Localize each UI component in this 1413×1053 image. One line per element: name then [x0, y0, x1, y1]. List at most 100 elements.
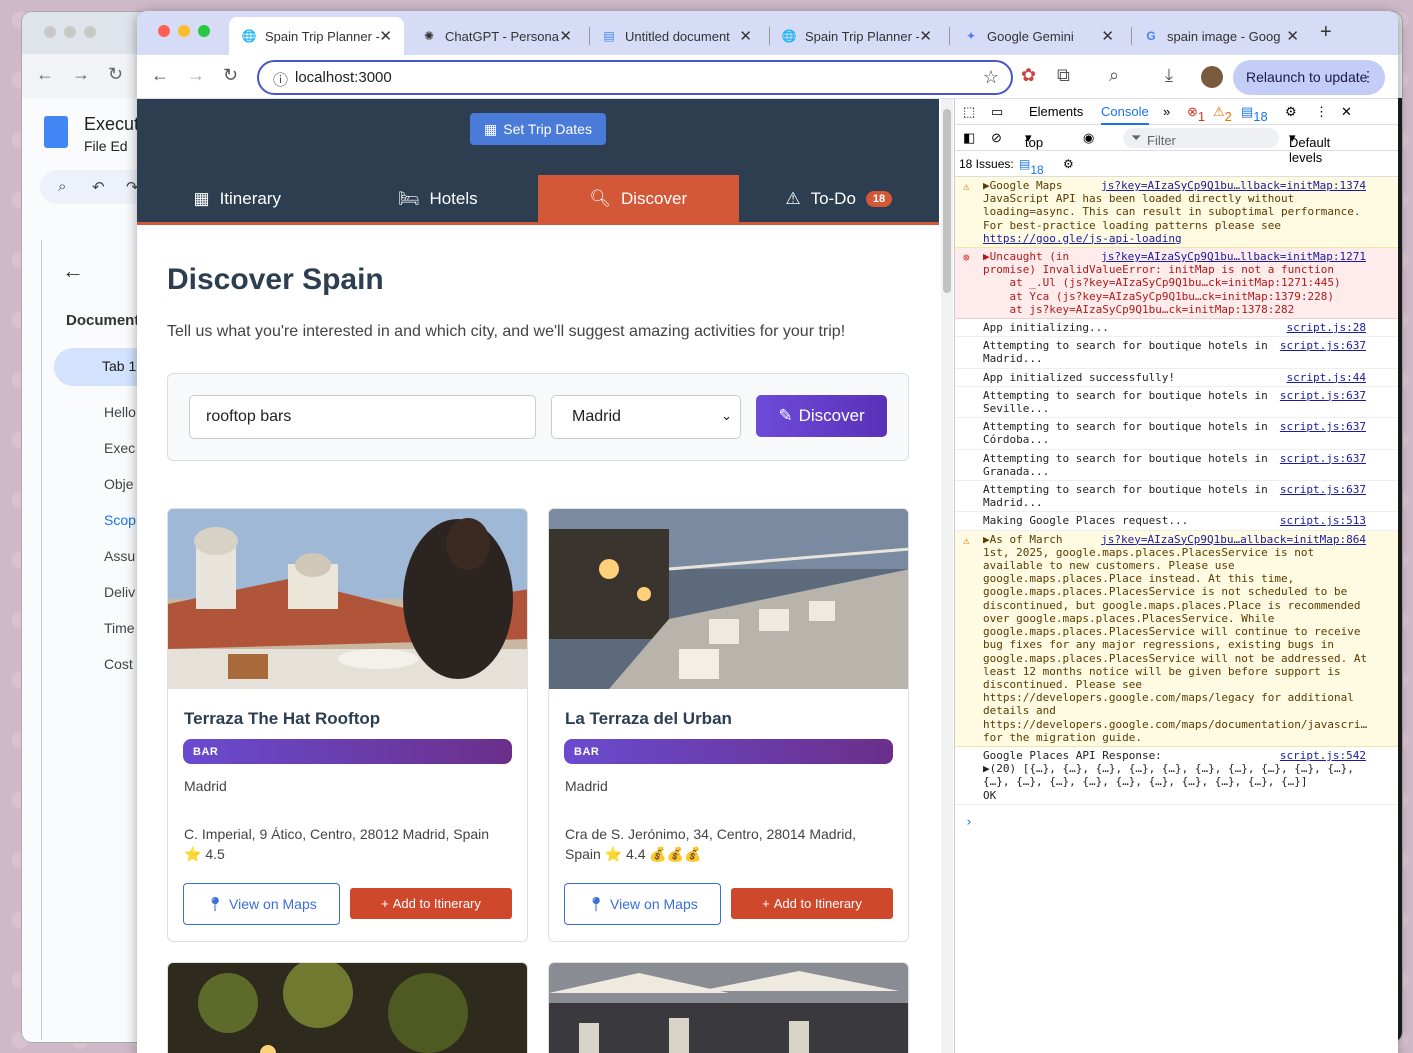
inspect-element-icon[interactable]: ⬚ [963, 104, 975, 120]
back-arrow-icon[interactable]: ← [36, 64, 54, 85]
close-devtools-icon[interactable]: ✕ [1341, 104, 1352, 120]
reload-icon[interactable]: ↻ [108, 64, 123, 85]
tab-search-icon[interactable]: ⌕ [1109, 65, 1119, 86]
address-bar[interactable]: ⓘ localhost:3000 ☆ [257, 60, 1013, 95]
extension-icon[interactable]: ✿ [1021, 65, 1036, 86]
minimize-window-button[interactable] [178, 25, 190, 37]
console-message[interactable]: ⚠ js?key=AIzaSyCp9Q1bu…llback=initMap:137… [955, 177, 1398, 249]
outline-item[interactable]: Exec [104, 430, 136, 466]
nav-itinerary[interactable]: ▦ Itinerary [137, 175, 338, 222]
close-dot[interactable] [44, 26, 56, 38]
site-info-icon[interactable]: ⓘ [273, 69, 288, 90]
live-expression-eye-icon[interactable]: ◉ [1083, 130, 1094, 146]
console-message[interactable]: ⚠ js?key=AIzaSyCp9Q1bu…allback=initMap:86… [955, 530, 1398, 747]
close-tab-icon[interactable]: ✕ [379, 27, 392, 45]
outline-item[interactable]: Time [104, 610, 136, 646]
source-link[interactable]: script.js:44 [1287, 371, 1366, 384]
bookmark-star-icon[interactable]: ☆ [983, 67, 999, 88]
console-message[interactable]: script.js:513 Making Google Places reques… [955, 512, 1398, 531]
outline-item[interactable]: Assu [104, 538, 136, 574]
source-link[interactable]: script.js:542 [1280, 749, 1366, 762]
tab-console[interactable]: Console [1101, 104, 1149, 125]
console-message[interactable]: script.js:28 App initializing... [955, 319, 1398, 338]
console-message[interactable]: ⊗ js?key=AIzaSyCp9Q1bu…llback=initMap:127… [955, 248, 1398, 320]
city-select[interactable]: Madrid ⌄ [551, 395, 741, 439]
console-message[interactable]: script.js:637 Attempting to search for bo… [955, 337, 1398, 369]
new-tab-icon[interactable]: + [1320, 21, 1332, 44]
log-levels-select[interactable]: Default levels ▾ [1289, 130, 1330, 165]
scrollbar-thumb[interactable] [943, 109, 951, 293]
zoom-dot[interactable] [84, 26, 96, 38]
console-filter-input[interactable]: ⏷ Filter [1123, 128, 1279, 148]
close-tab-icon[interactable]: ✕ [919, 27, 932, 45]
outline-back-icon[interactable]: ← [62, 258, 84, 284]
nav-discover[interactable]: 🔍︎ Discover [538, 175, 739, 222]
forward-arrow-icon[interactable]: → [72, 64, 90, 85]
tab-spain-trip-planner-2[interactable]: 🌐 Spain Trip Planner - ✕ [769, 17, 944, 55]
console-message[interactable]: script.js:637 Attempting to search for bo… [955, 481, 1398, 513]
tab-chatgpt[interactable]: ✺ ChatGPT - Persona ✕ [409, 17, 584, 55]
profile-avatar[interactable] [1201, 66, 1223, 88]
message-link[interactable]: https://goo.gle/js-api-loading [983, 232, 1368, 245]
add-to-itinerary-button[interactable]: + Add to Itinerary [350, 888, 512, 919]
message-count[interactable]: ▤ 18 [1241, 104, 1268, 124]
outline-item[interactable]: Hello [104, 394, 136, 430]
add-to-itinerary-button[interactable]: + Add to Itinerary [731, 888, 893, 919]
sidebar-toggle-icon[interactable]: ◧ [963, 130, 975, 146]
outline-item[interactable]: Obje [104, 466, 136, 502]
view-on-maps-button[interactable]: 📍︎ View on Maps [564, 883, 721, 925]
devtools-kebab-icon[interactable]: ⋮ [1315, 104, 1328, 120]
error-count[interactable]: ⊗ 1 [1187, 104, 1205, 124]
outline-item[interactable]: Scop [104, 502, 136, 538]
download-icon[interactable]: ⤓ [1165, 65, 1173, 86]
zoom-window-button[interactable] [198, 25, 210, 37]
source-link[interactable]: script.js:513 [1280, 514, 1366, 527]
nav-hotels[interactable]: 🛏 Hotels [338, 175, 539, 222]
undo-icon[interactable]: ↶ [92, 178, 105, 196]
console-message[interactable]: script.js:637 Attempting to search for bo… [955, 387, 1398, 419]
clear-console-icon[interactable]: ⊘ [991, 130, 1002, 146]
extensions-puzzle-icon[interactable]: ⧉ [1057, 65, 1070, 86]
tab-elements[interactable]: Elements [1029, 104, 1083, 119]
nav-todo[interactable]: ⚠ To-Do 18 [739, 175, 940, 222]
interest-input[interactable]: rooftop bars [189, 395, 536, 439]
close-tab-icon[interactable]: ✕ [739, 27, 752, 45]
issues-settings-gear-icon[interactable]: ⚙ [1063, 157, 1074, 171]
kebab-menu-icon[interactable]: ⋮ [1361, 68, 1375, 85]
source-link[interactable]: js?key=AIzaSyCp9Q1bu…llback=initMap:1271 [1101, 250, 1366, 263]
reload-icon[interactable]: ↻ [223, 65, 238, 86]
outline-item[interactable]: Cost [104, 646, 136, 682]
console-message[interactable]: script.js:637 Attempting to search for bo… [955, 418, 1398, 450]
tab-google-gemini[interactable]: ✦ Google Gemini ✕ [951, 17, 1126, 55]
warning-count[interactable]: ⚠ 2 [1213, 104, 1232, 124]
source-link[interactable]: script.js:637 [1280, 452, 1366, 465]
settings-gear-icon[interactable]: ⚙ [1285, 104, 1297, 120]
tab-spain-image-google[interactable]: Gspain image - Goog ✕ [1131, 17, 1311, 55]
view-on-maps-button[interactable]: 📍︎ View on Maps [183, 883, 340, 925]
minimize-dot[interactable] [64, 26, 76, 38]
console-message[interactable]: script.js:542 Google Places API Response:… [955, 747, 1398, 805]
discover-button[interactable]: ✎ Discover [756, 395, 887, 437]
context-select[interactable]: top ▾ [1025, 130, 1043, 150]
close-tab-icon[interactable]: ✕ [559, 27, 572, 45]
close-tab-icon[interactable]: ✕ [1101, 27, 1114, 45]
source-link[interactable]: js?key=AIzaSyCp9Q1bu…llback=initMap:1374 [1101, 179, 1366, 192]
source-link[interactable]: script.js:637 [1280, 420, 1366, 433]
page-scrollbar[interactable] [941, 99, 953, 1053]
forward-arrow-icon[interactable]: → [187, 65, 205, 86]
close-window-button[interactable] [158, 25, 170, 37]
issues-count-badge[interactable]: ▤ 18 [1019, 157, 1044, 177]
search-icon[interactable]: ⌕ [58, 178, 66, 195]
source-link[interactable]: script.js:637 [1280, 483, 1366, 496]
close-tab-icon[interactable]: ✕ [1286, 27, 1299, 45]
tab-untitled-document[interactable]: ▤ Untitled document ✕ [589, 17, 764, 55]
console-prompt[interactable]: › [965, 815, 1398, 830]
relaunch-button[interactable]: Relaunch to update ⋮ [1233, 60, 1385, 95]
doc-title[interactable]: Execut [84, 114, 139, 135]
source-link[interactable]: script.js:28 [1287, 321, 1366, 334]
device-toolbar-icon[interactable]: ▭ [991, 104, 1003, 120]
source-link[interactable]: script.js:637 [1280, 389, 1366, 402]
source-link[interactable]: script.js:637 [1280, 339, 1366, 352]
console-message[interactable]: script.js:44 App initialized successfully… [955, 369, 1398, 387]
outline-item[interactable]: Deliv [104, 574, 136, 610]
